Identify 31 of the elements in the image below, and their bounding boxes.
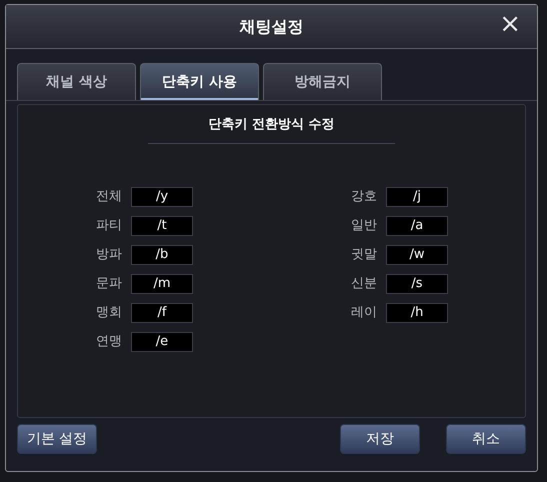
tab[interactable]: 단축키 사용 [140,63,259,100]
field-label: 레이 [350,304,377,322]
shortcut-field[interactable]: /j [386,186,448,206]
section-title: 단축키 전환방식 수정 [207,116,336,134]
field-label: 맹회 [95,304,122,322]
field-label: 방파 [95,246,122,264]
field-label: 신분 [350,274,377,293]
field-label: 파티 [95,216,122,235]
field-label: 일반 [350,216,377,235]
tab[interactable]: 채널 색상 [17,63,136,100]
field-label: 귓말 [350,246,377,264]
shortcut-field[interactable]: /a [386,216,448,236]
shortcut-field[interactable]: /e [131,332,193,352]
field-label: 강호 [350,188,377,206]
field-label: 전체 [95,188,122,206]
shortcut-field[interactable]: /w [386,244,448,264]
dialog-button[interactable]: 취소 [446,424,526,454]
shortcut-field[interactable]: /m [131,274,193,294]
shortcut-field[interactable]: /f [131,302,193,322]
window-title: 채팅설정 [240,16,304,38]
shortcut-field[interactable]: /t [131,216,193,236]
shortcut-field[interactable]: /y [131,186,193,206]
shortcut-field[interactable]: /h [386,302,448,322]
close-button[interactable]: × [497,11,523,37]
field-label: 연맹 [95,332,122,351]
dialog-button[interactable]: 저장 [340,424,420,454]
shortcut-field[interactable]: /b [131,244,193,264]
shortcut-field[interactable]: /s [386,274,448,294]
tab[interactable]: 방해금지 [263,63,382,100]
field-label: 문파 [95,274,122,293]
default-settings-button[interactable]: 기본 설정 [17,424,97,454]
